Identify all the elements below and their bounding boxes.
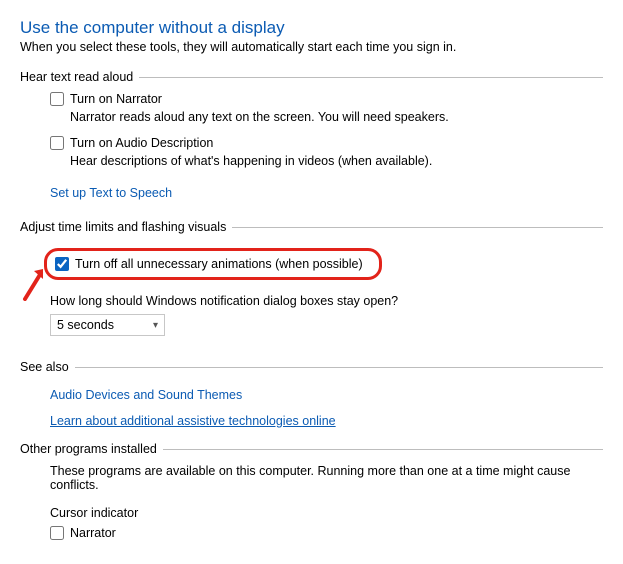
narrator-checkbox[interactable] [50, 92, 64, 106]
other-programs-description: These programs are available on this com… [50, 464, 603, 492]
highlight-annotation: Turn off all unnecessary animations (whe… [44, 248, 382, 280]
other-programs-legend: Other programs installed [20, 442, 157, 456]
divider [75, 367, 603, 368]
notification-duration-value: 5 seconds [57, 318, 114, 332]
divider [232, 227, 603, 228]
group-time-legend: Adjust time limits and flashing visuals [20, 220, 226, 234]
turn-off-animations-label: Turn off all unnecessary animations (whe… [75, 257, 363, 271]
audio-description-description: Hear descriptions of what's happening in… [50, 154, 603, 168]
see-also-legend: See also [20, 360, 69, 374]
page-subtitle: When you select these tools, they will a… [20, 40, 603, 54]
notification-duration-question: How long should Windows notification dia… [50, 294, 603, 308]
chevron-down-icon: ▾ [153, 320, 158, 331]
other-narrator-label: Narrator [70, 526, 116, 540]
group-see-also: See also Audio Devices and Sound Themes … [20, 360, 603, 434]
divider [163, 449, 603, 450]
audio-description-checkbox[interactable] [50, 136, 64, 150]
page-title: Use the computer without a display [20, 18, 603, 38]
turn-off-animations-checkbox[interactable] [55, 257, 69, 271]
learn-assistive-link[interactable]: Learn about additional assistive technol… [50, 414, 336, 428]
notification-duration-select[interactable]: 5 seconds ▾ [50, 314, 165, 336]
group-hear-legend: Hear text read aloud [20, 70, 133, 84]
narrator-description: Narrator reads aloud any text on the scr… [50, 110, 603, 124]
setup-tts-link[interactable]: Set up Text to Speech [50, 186, 172, 200]
other-narrator-checkbox[interactable] [50, 526, 64, 540]
divider [139, 77, 603, 78]
group-hear-text: Hear text read aloud Turn on Narrator Na… [20, 70, 603, 206]
group-other-programs: Other programs installed These programs … [20, 442, 603, 540]
group-time-limits: Adjust time limits and flashing visuals … [20, 220, 603, 346]
audio-description-label: Turn on Audio Description [70, 136, 213, 150]
cursor-indicator-label: Cursor indicator [50, 506, 603, 520]
narrator-label: Turn on Narrator [70, 92, 162, 106]
audio-devices-link[interactable]: Audio Devices and Sound Themes [50, 388, 242, 402]
arrow-annotation-icon [21, 265, 49, 301]
